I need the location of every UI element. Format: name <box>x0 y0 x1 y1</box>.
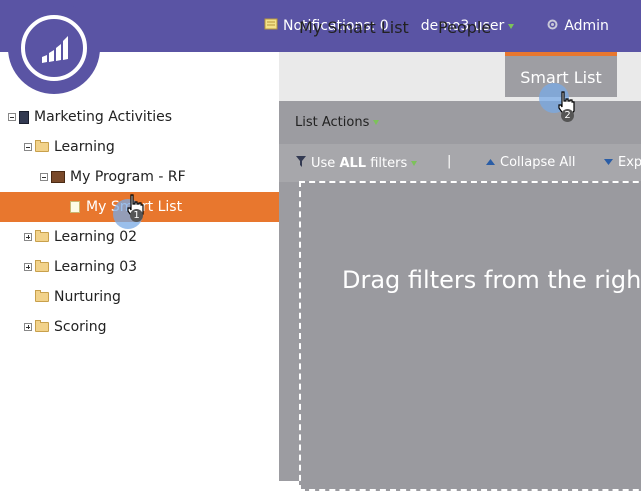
gear-icon <box>546 18 559 35</box>
tree-item-learning-03[interactable]: Learning 03 <box>0 252 279 282</box>
tab-label: My Smart List <box>299 18 409 37</box>
tree-item-label: Marketing Activities <box>34 109 172 125</box>
tree-item-learning-02[interactable]: Learning 02 <box>0 222 279 252</box>
step-badge-1: 1 <box>130 209 143 222</box>
folder-icon <box>35 322 49 332</box>
admin-label: Admin <box>564 18 609 34</box>
tree-item-nurturing[interactable]: Nurturing <box>0 282 279 312</box>
tree-item-learning[interactable]: Learning <box>0 132 279 162</box>
triangle-down-icon <box>603 155 614 170</box>
use-all-filters-menu[interactable]: Use ALL filters <box>295 155 417 172</box>
tab-my-smart-list[interactable]: My Smart List <box>299 6 409 49</box>
tree-item-label: Learning 02 <box>54 229 137 245</box>
triangle-up-icon <box>485 155 496 170</box>
folder-icon <box>35 142 49 152</box>
marketing-activities-icon <box>19 111 29 124</box>
expand-icon[interactable] <box>24 323 32 331</box>
collapse-all-label: Collapse All <box>500 155 576 170</box>
collapse-icon[interactable] <box>8 113 16 121</box>
collapse-icon[interactable] <box>40 173 48 181</box>
notification-icon <box>264 18 278 35</box>
chevron-down-icon <box>411 161 417 166</box>
collapse-all-button[interactable]: Collapse All <box>485 155 576 170</box>
all-label: ALL <box>339 156 366 171</box>
folder-icon <box>35 232 49 242</box>
tree-item-scoring[interactable]: Scoring <box>0 312 279 342</box>
filter-drop-area[interactable] <box>299 181 641 491</box>
list-actions-menu[interactable]: List Actions <box>295 115 379 130</box>
expand-all-button[interactable]: Exp <box>603 155 641 170</box>
folder-icon <box>35 292 49 302</box>
expand-icon[interactable] <box>24 233 32 241</box>
funnel-icon <box>295 155 307 172</box>
program-icon <box>51 171 65 183</box>
tree-item-label: Learning <box>54 139 115 155</box>
expand-icon[interactable] <box>24 263 32 271</box>
filter-toolbar: Use ALL filters | Collapse All Exp <box>279 144 641 182</box>
tree-item-label: My Program - RF <box>70 169 186 185</box>
tab-label: People <box>438 18 491 37</box>
chevron-down-icon <box>373 120 379 125</box>
separator: | <box>447 154 451 169</box>
marketo-logo[interactable] <box>8 2 100 94</box>
tree-item-marketing-activities[interactable]: Marketing Activities <box>0 102 279 132</box>
smart-list-icon <box>70 201 80 213</box>
collapse-icon[interactable] <box>24 143 32 151</box>
tree-item-label: Learning 03 <box>54 259 137 275</box>
folder-icon <box>35 262 49 272</box>
tree-item-my-program[interactable]: My Program - RF <box>0 162 279 192</box>
list-actions-label: List Actions <box>295 115 369 130</box>
use-label: Use <box>311 156 335 171</box>
step-badge-2: 2 <box>561 109 574 122</box>
filters-label: filters <box>370 156 407 171</box>
tree-item-label: Nurturing <box>54 289 121 305</box>
tab-people[interactable]: People <box>438 6 491 49</box>
expand-all-label: Exp <box>618 155 641 170</box>
tree-item-label: Scoring <box>54 319 107 335</box>
drop-hint-text: Drag filters from the right <box>342 266 641 294</box>
admin-button[interactable]: Admin <box>546 18 609 35</box>
chevron-down-icon <box>508 24 514 29</box>
